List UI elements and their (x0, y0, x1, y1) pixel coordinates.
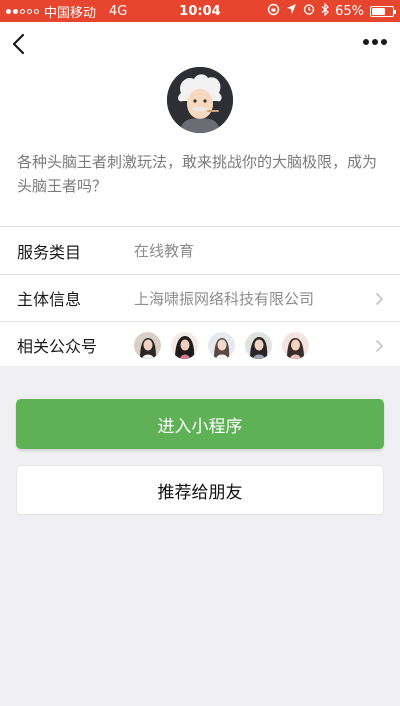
more-button[interactable] (360, 32, 390, 52)
rotation-lock-icon (267, 3, 280, 20)
service-category-row: 服务类目 在线教育 (0, 227, 400, 274)
service-category-value: 在线教育 (134, 242, 195, 260)
info-list: 服务类目 在线教育 主体信息 上海啸振网络科技有限公司 相关公众号 (0, 226, 400, 368)
related-account-avatars (134, 331, 309, 359)
related-accounts-label: 相关公众号 (17, 337, 98, 356)
entity-info-row[interactable]: 主体信息 上海啸振网络科技有限公司 (0, 274, 400, 321)
related-account-avatar[interactable] (282, 331, 309, 359)
battery-icon (370, 5, 396, 17)
chevron-right-icon (375, 339, 384, 353)
more-dots-icon (363, 39, 369, 45)
back-button[interactable] (8, 30, 34, 58)
recommend-to-friend-button[interactable]: 推荐给朋友 (16, 465, 384, 515)
bluetooth-icon (321, 2, 329, 20)
related-account-avatar[interactable] (208, 331, 235, 359)
signal-icon (6, 8, 39, 14)
status-bar: 中国移动 4G 10:04 65% (0, 0, 400, 22)
battery-percent: 65% (335, 3, 364, 19)
entity-info-label: 主体信息 (17, 290, 82, 309)
alarm-icon (303, 3, 315, 19)
related-account-avatar[interactable] (134, 331, 161, 359)
more-dot (381, 39, 387, 45)
chevron-right-icon (375, 292, 384, 306)
location-icon (286, 3, 297, 19)
mini-program-profile: 各种头脑王者刺激玩法，敢来挑战你的大脑极限，成为头脑王者吗？ 服务类目 在线教育… (0, 22, 400, 366)
entity-info-value: 上海啸振网络科技有限公司 (134, 289, 315, 308)
related-account-avatar[interactable] (171, 331, 198, 359)
network-type: 4G (109, 3, 128, 19)
related-account-avatar[interactable] (245, 331, 272, 359)
enter-mini-program-button[interactable]: 进入小程序 (16, 399, 384, 449)
related-accounts-row[interactable]: 相关公众号 (0, 321, 400, 368)
chevron-left-icon (12, 33, 25, 55)
more-dot (372, 39, 378, 45)
app-description: 各种头脑王者刺激玩法，敢来挑战你的大脑极限，成为头脑王者吗？ (17, 153, 378, 195)
app-avatar (167, 67, 233, 133)
carrier-name: 中国移动 (44, 5, 97, 21)
service-category-label: 服务类目 (17, 242, 82, 262)
